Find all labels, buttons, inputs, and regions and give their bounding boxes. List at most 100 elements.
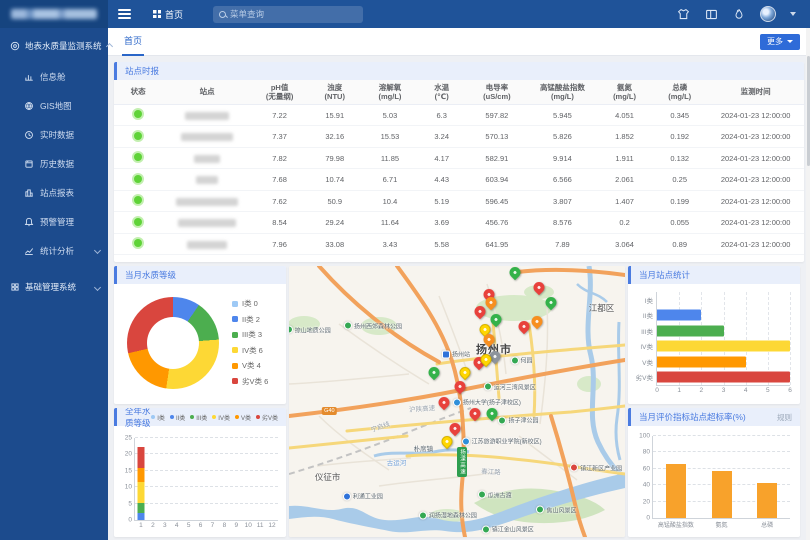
station-pin-green[interactable] <box>507 266 523 280</box>
column-header-浊度: 浊度(NTU) <box>307 80 362 104</box>
table-cell: 0.132 <box>652 147 707 169</box>
gridline <box>790 292 791 385</box>
legend-label: II类 <box>176 413 185 422</box>
legend-item-劣V类[interactable]: 劣V类 6 <box>232 376 268 387</box>
sidebar-item-GIS地图[interactable]: GIS地图 <box>0 91 108 120</box>
menu-search-input[interactable]: 菜单查询 <box>213 6 363 23</box>
report-icon <box>24 188 34 198</box>
sidebar-item-历史数据[interactable]: 历史数据 <box>0 149 108 178</box>
table-row[interactable]: 7.6810.746.714.43603.946.5662.0610.25202… <box>114 169 804 191</box>
legend-item-V类[interactable]: V类 <box>235 413 251 422</box>
legend-label: V类 4 <box>242 360 261 371</box>
map-poi-运河三湾风景区[interactable]: 运河三湾风景区 <box>484 382 536 391</box>
legend-item-III类[interactable]: III类 <box>190 413 207 422</box>
station-pin-red[interactable] <box>467 406 483 422</box>
map-poi-扬州西郊森林公园[interactable]: 扬州西郊森林公园 <box>344 321 402 330</box>
station-pin-red[interactable] <box>472 304 488 320</box>
bar-segment-劣V类 <box>137 447 144 468</box>
table-row[interactable]: 7.6250.910.45.19596.453.8071.4070.199202… <box>114 190 804 212</box>
sidebar-group-water-system[interactable]: 地表水质量监测系统 <box>0 28 108 62</box>
tab-home[interactable]: 首页 <box>122 28 144 56</box>
map-poi-江苏旅游职业学院(新校区)[interactable]: 江苏旅游职业学院(新校区) <box>462 437 534 446</box>
table-row[interactable]: 7.2215.915.036.3597.825.9454.0510.345202… <box>114 104 804 126</box>
page-scrollbar-thumb[interactable] <box>807 56 810 166</box>
map-poi-焦山风景区[interactable]: 焦山风景区 <box>536 505 576 514</box>
breadcrumb-label: 首页 <box>165 8 183 21</box>
station-pin-red[interactable] <box>531 280 547 296</box>
rules-link[interactable]: 规则 <box>777 412 792 423</box>
map-poi-扬州大学(扬子津校区)[interactable]: 扬州大学(扬子津校区) <box>453 398 521 407</box>
panel-title: 当月评价指标站点超标率(%) <box>639 411 746 423</box>
month-station-stats-panel: 当月站点统计 0123456I类II类III类IV类V类劣V类 <box>628 266 800 404</box>
gridline <box>135 503 278 504</box>
table-cell: 4.17 <box>418 147 466 169</box>
station-pin-orange[interactable] <box>529 314 545 330</box>
sidebar-group-base-system[interactable]: 基础管理系统 <box>0 265 108 303</box>
x-axis-tick: 5 <box>766 385 770 394</box>
map-poi-何园[interactable]: 何园 <box>510 356 532 365</box>
table-row[interactable]: 8.5429.2411.643.69456.768.5760.20.055202… <box>114 212 804 234</box>
poi-label: 扬州站 <box>452 350 470 359</box>
breadcrumb[interactable]: 首页 <box>153 8 183 21</box>
station-pin-red[interactable] <box>436 395 452 411</box>
column-header-状态: 状态 <box>114 80 162 104</box>
sidebar-item-统计分析[interactable]: 统计分析 <box>0 236 108 265</box>
sidebar-item-预警管理[interactable]: 预警管理 <box>0 207 108 236</box>
legend-item-II类[interactable]: II类 2 <box>232 314 268 325</box>
station-pin-red[interactable] <box>447 421 463 437</box>
table-row[interactable]: 7.8279.9811.854.17582.919.9141.9110.1322… <box>114 147 804 169</box>
table-row[interactable]: 7.9633.083.435.58641.957.893.0640.892024… <box>114 233 804 255</box>
station-pin-yellow[interactable] <box>457 365 473 381</box>
map-poi-扬子津公园[interactable]: 扬子津公园 <box>498 416 538 425</box>
user-menu-chevron-icon[interactable] <box>790 12 796 16</box>
legend-item-I类[interactable]: I类 <box>151 413 165 422</box>
station-pin-green[interactable] <box>484 406 500 422</box>
legend-label: IV类 <box>218 413 230 422</box>
gis-map-panel: 扬州市江都区仪征市朴席镇古运河沪陕高速宁启线春江路G40扬溧高速扬州西郊森林公园… <box>289 266 625 537</box>
legend-item-IV类[interactable]: IV类 6 <box>232 345 268 356</box>
map-poi-润扬湿地森林公园[interactable]: 润扬湿地森林公园 <box>419 511 477 520</box>
station-pin-red[interactable] <box>452 379 468 395</box>
chevron-down-icon <box>94 283 101 290</box>
poi-label: 何园 <box>520 356 532 365</box>
legend-item-I类[interactable]: I类 0 <box>232 298 268 309</box>
sidebar-item-站点报表[interactable]: 站点报表 <box>0 178 108 207</box>
layout-columns-icon[interactable] <box>704 7 718 21</box>
legend-item-II类[interactable]: II类 <box>170 413 185 422</box>
legend-item-IV类[interactable]: IV类 <box>212 413 230 422</box>
station-pin-green[interactable] <box>544 295 560 311</box>
table-cell: 582.91 <box>466 147 528 169</box>
table-cell: 603.94 <box>466 169 528 191</box>
sidebar-toggle-icon[interactable] <box>118 7 131 21</box>
station-pin-red[interactable] <box>516 319 532 335</box>
legend-item-V类[interactable]: V类 4 <box>232 360 268 371</box>
sidebar-item-实时数据[interactable]: 实时数据 <box>0 120 108 149</box>
panel-title: 当月站点统计 <box>639 269 690 281</box>
more-button[interactable]: 更多 <box>760 34 800 50</box>
station-pin-green[interactable] <box>426 365 442 381</box>
station-pin-yellow[interactable] <box>439 434 455 450</box>
flame-icon[interactable] <box>732 7 746 21</box>
map-poi-瓜洲古渡[interactable]: 瓜洲古渡 <box>478 490 512 499</box>
month-quality-panel: 当月水质等级 I类 0II类 2III类 3IV类 6V类 4劣V类 6 <box>114 266 286 404</box>
map-poi-扬州站[interactable]: 扬州站 <box>442 350 470 359</box>
legend-item-劣V类[interactable]: 劣V类 <box>256 413 278 422</box>
y-axis-tick: 60 <box>643 465 653 472</box>
map-canvas[interactable]: 扬州市江都区仪征市朴席镇古运河沪陕高速宁启线春江路G40扬溧高速扬州西郊森林公园… <box>289 266 625 537</box>
user-avatar[interactable] <box>760 6 776 22</box>
map-poi-镇江金山风景区[interactable]: 镇江金山风景区 <box>482 525 534 534</box>
table-cell: 2.061 <box>597 169 652 191</box>
map-poi-捺山地质公园[interactable]: 捺山地质公园 <box>289 325 331 334</box>
map-poi-利通工业园[interactable]: 利通工业园 <box>343 492 383 501</box>
legend-item-III类[interactable]: III类 3 <box>232 329 268 340</box>
map-poi-镇江新区产业园[interactable]: 镇江新区产业园 <box>570 463 622 472</box>
theme-skin-icon[interactable] <box>676 7 690 21</box>
sidebar-item-信息舱[interactable]: 信息舱 <box>0 62 108 91</box>
sidebar-item-label: GIS地图 <box>40 100 72 112</box>
station-pin-green[interactable] <box>488 312 504 328</box>
page-scrollbar-track[interactable] <box>806 28 810 540</box>
x-axis-tick: 9 <box>234 520 238 529</box>
donut-legend: I类 0 II类 2 III类 3 IV类 6 V类 4 劣V类 6 <box>232 298 268 387</box>
table-row[interactable]: 7.3732.1615.533.24570.135.8261.8520.1922… <box>114 126 804 148</box>
tab-bar: 首页 更多 <box>108 28 810 56</box>
